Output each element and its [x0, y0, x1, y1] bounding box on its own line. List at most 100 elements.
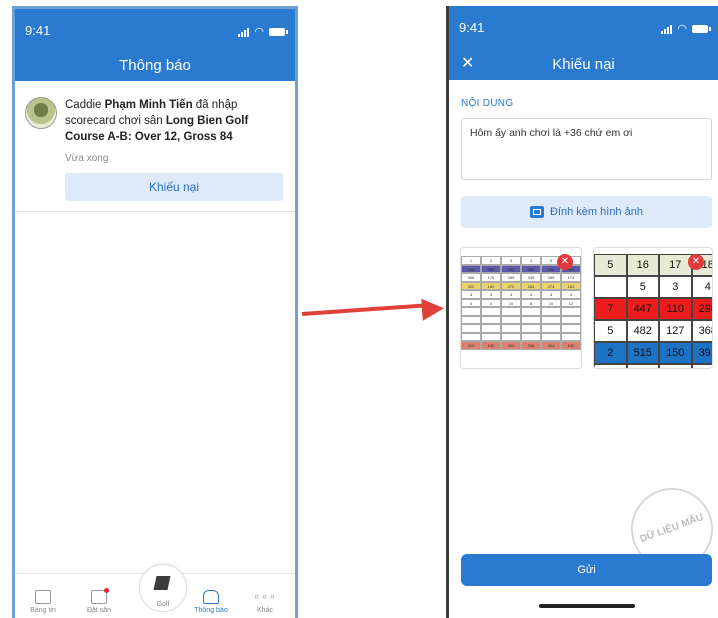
attached-image-1[interactable]: 1234563643503804853804043561752853452851…: [461, 248, 581, 368]
scorecard-row: 4 4 10 8 10 12: [461, 298, 581, 307]
scorecard-cell: [481, 332, 501, 341]
scorecard-cell: 175: [481, 273, 501, 282]
scorecard-cell: 150: [659, 342, 692, 364]
scorecard-cell: [561, 307, 581, 316]
scorecard-cell: 4: [521, 256, 541, 265]
scorecard-cell: 254: [541, 341, 561, 350]
scorecard-cell: 254: [521, 341, 541, 350]
nav-item-notifications[interactable]: Thông báo: [191, 590, 231, 614]
scorecard-cell: 4: [501, 290, 521, 299]
scorecard-cell: 515: [626, 342, 659, 364]
scorecard-cell: 5: [626, 276, 659, 298]
scorecard-cell: 4: [481, 298, 501, 307]
scorecard-cell: 12: [691, 364, 712, 368]
header-bar: 9:41 ◠ ✕ Khiếu nại: [449, 6, 718, 80]
nav-item-booking[interactable]: Đặt sân: [79, 588, 119, 614]
scorecard-row: [461, 324, 581, 333]
scorecard-cell: 285: [541, 273, 561, 282]
status-time: 9:41: [25, 23, 51, 38]
scorecard-row: 7447110298: [594, 298, 712, 320]
scorecard-cell: 485: [521, 264, 541, 273]
scorecard-cell: 160: [481, 281, 501, 290]
bell-icon: [203, 590, 219, 604]
complaint-button[interactable]: Khiếu nại: [65, 173, 283, 201]
scorecard-cell: 4: [561, 290, 581, 299]
home-indicator: [539, 604, 635, 608]
scorecard-cell: 10: [541, 298, 561, 307]
scorecard-cell: 356: [461, 273, 481, 282]
remove-image-icon[interactable]: ✕: [688, 254, 704, 270]
remove-image-icon[interactable]: ✕: [557, 254, 573, 270]
status-bar: 9:41 ◠: [25, 23, 288, 39]
scorecard-row: 312 150 250 254 254 150: [461, 341, 581, 350]
scorecard-cell: 368: [691, 320, 712, 342]
scorecard-cell: [594, 276, 627, 298]
scorecard-row: [461, 307, 581, 316]
scorecard-cell: [501, 315, 521, 324]
notification-item[interactable]: Caddie Phạm Minh Tiến đã nhập scorecard …: [15, 81, 295, 212]
nav-item-home[interactable]: Bảng tin: [23, 590, 63, 614]
scorecard-cell: [501, 332, 521, 341]
scorecard-cell: [561, 332, 581, 341]
notification-text: Caddie Phạm Minh Tiến đã nhập scorecard …: [65, 99, 249, 143]
scorecard-cell: [541, 315, 561, 324]
content-textarea[interactable]: Hôm ấy anh chơi là +36 chứ em ơi: [461, 118, 712, 180]
scorecard-cell: 8: [626, 364, 659, 368]
scorecard-cell: [541, 307, 561, 316]
scorecard-cell: [594, 364, 627, 368]
scorecard-cell: 110: [659, 298, 692, 320]
scorecard-cell: [481, 324, 501, 333]
scorecard-cell: 4: [461, 298, 481, 307]
scorecard-row: 434444: [461, 290, 581, 299]
scorecard-cell: [521, 332, 541, 341]
scorecard-cell: [461, 324, 481, 333]
scorecard-cell: [561, 324, 581, 333]
image-icon: [530, 206, 545, 218]
scorecard-cell: 16: [626, 254, 659, 276]
scorecard-cell: 447: [626, 298, 659, 320]
scorecard-cell: [561, 315, 581, 324]
scorecard-cell: 127: [659, 320, 692, 342]
scorecard-row: [461, 315, 581, 324]
status-bar: 9:41 ◠: [459, 20, 711, 36]
scorecard-row: 81612: [594, 364, 712, 368]
scorecard-cell: 4: [461, 290, 481, 299]
attached-image-2[interactable]: 5161718534744711029854821273682515150391…: [594, 248, 712, 368]
scorecard-row: [461, 332, 581, 341]
page-title: Khiếu nại: [552, 56, 615, 73]
scorecard-cell: 7: [594, 298, 627, 320]
scorecard-cell: 12: [561, 298, 581, 307]
scorecard-cell: [481, 315, 501, 324]
scorecard-cell: 4: [541, 290, 561, 299]
newsfeed-icon: [35, 590, 51, 604]
scorecard-cell: [481, 307, 501, 316]
scorecard-big: 5161718534744711029854821273682515150391…: [594, 254, 712, 368]
arrow-head-icon: [421, 297, 445, 321]
scorecard-cell: 250: [501, 341, 521, 350]
nav-item-more[interactable]: ∘∘∘ Khác: [245, 590, 285, 614]
scorecard-cell: [541, 324, 561, 333]
scorecard-row: 322 160 270 284 274 163: [461, 281, 581, 290]
scorecard-cell: 298: [691, 298, 712, 320]
notification-time: Vừa xong: [65, 153, 109, 164]
scorecard-cell: 5: [594, 320, 627, 342]
wifi-icon: ◠: [677, 23, 687, 35]
scorecard-row: 534: [594, 276, 712, 298]
scorecard-cell: 17: [659, 254, 692, 276]
send-button[interactable]: Gửi: [461, 554, 712, 586]
scorecard-cell: [521, 324, 541, 333]
scorecard-cell: 10: [501, 298, 521, 307]
scorecard-cell: 312: [461, 341, 481, 350]
scorecard-cell: 270: [501, 281, 521, 290]
scorecard-cell: 284: [521, 281, 541, 290]
scorecard-cell: 3: [501, 256, 521, 265]
scorecard-cell: 4: [521, 290, 541, 299]
attach-image-button[interactable]: Đính kèm hình ảnh: [461, 196, 712, 228]
nav-item-golf[interactable]: Golf: [139, 564, 187, 612]
scorecard-cell: 482: [626, 320, 659, 342]
golf-flag-icon: [153, 576, 171, 590]
status-time: 9:41: [459, 20, 485, 35]
scorecard-cell: 8: [521, 298, 541, 307]
scorecard-cell: 350: [481, 264, 501, 273]
scorecard-cell: 150: [481, 341, 501, 350]
